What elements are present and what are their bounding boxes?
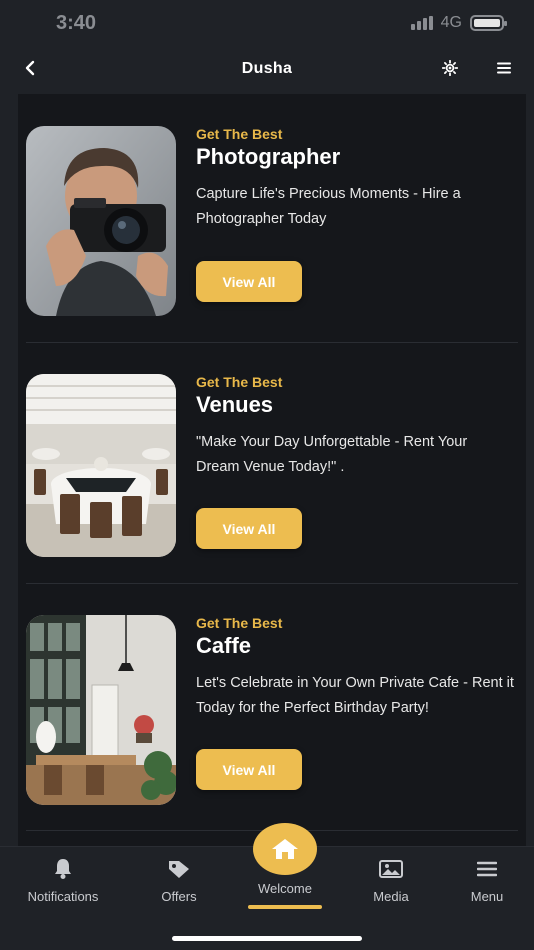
card-caffe: Get The Best Caffe Let's Celebrate in Yo…: [26, 615, 518, 807]
photographer-body: Get The Best Photographer Capture Life's…: [196, 126, 514, 302]
card-title: Venues: [196, 392, 274, 417]
caffe-body: Get The Best Caffe Let's Celebrate in Yo…: [196, 615, 514, 790]
card-eyebrow: Get The Best: [196, 374, 283, 390]
network-label: 4G: [440, 14, 462, 31]
home-icon: [272, 839, 298, 859]
nav-label: Media: [373, 889, 409, 904]
nav-label: Notifications: [27, 889, 99, 904]
hamburger-icon: [497, 62, 511, 74]
view-all-caffe-button[interactable]: View All: [196, 749, 302, 790]
back-button[interactable]: [20, 56, 40, 80]
venues-body: Get The Best Venues "Make Your Day Unfor…: [196, 374, 514, 549]
card-description: "Make Your Day Unforgettable - Rent Your…: [196, 434, 468, 475]
active-tab-indicator: [248, 905, 322, 909]
content-panel[interactable]: Get The Best Photographer Capture Life's…: [18, 94, 526, 846]
sun-icon: [442, 60, 458, 76]
card-eyebrow: Get The Best: [196, 126, 283, 142]
nav-welcome-button[interactable]: [253, 823, 317, 875]
bottom-nav: Notifications Offers Welcome Media Menu: [0, 823, 534, 950]
card-description: Let's Celebrate in Your Own Private Cafe…: [196, 675, 514, 716]
signal-icon: [410, 16, 433, 30]
view-all-photographer-button[interactable]: View All: [196, 261, 302, 302]
home-indicator: [172, 936, 362, 941]
status-indicators: 4G: [410, 14, 507, 32]
theme-toggle-button[interactable]: [440, 56, 460, 80]
venues-image: [26, 374, 176, 557]
card-description: Capture Life's Precious Moments - Hire a…: [196, 186, 461, 227]
nav-label: Menu: [470, 889, 504, 904]
tag-icon: [169, 861, 189, 878]
nav-label: Offers: [161, 889, 197, 904]
image-icon: [379, 860, 403, 878]
caffe-image: [26, 615, 176, 805]
nav-notifications[interactable]: Notifications: [18, 857, 108, 904]
nav-menu[interactable]: Menu: [442, 857, 532, 904]
app-header: Dusha: [0, 48, 534, 90]
card-divider: [26, 583, 518, 584]
page-title: Dusha: [241, 60, 293, 77]
status-time: 3:40: [56, 12, 97, 34]
back-icon: [25, 60, 35, 76]
bell-icon: [55, 859, 71, 879]
card-title: Photographer: [196, 144, 341, 169]
battery-icon: [470, 15, 507, 31]
photographer-image: [26, 126, 176, 316]
status-bar: 3:40 4G: [0, 0, 534, 48]
view-all-venues-button[interactable]: View All: [196, 508, 302, 549]
nav-media[interactable]: Media: [346, 857, 436, 904]
card-divider: [26, 342, 518, 343]
card-eyebrow: Get The Best: [196, 615, 283, 631]
menu-icon: [477, 861, 497, 877]
nav-offers[interactable]: Offers: [134, 857, 224, 904]
card-photographer: Get The Best Photographer Capture Life's…: [26, 126, 518, 318]
header-menu-button[interactable]: [494, 56, 514, 80]
card-venues: Get The Best Venues "Make Your Day Unfor…: [26, 374, 518, 558]
nav-welcome-label[interactable]: Welcome: [240, 881, 330, 896]
card-title: Caffe: [196, 633, 252, 658]
